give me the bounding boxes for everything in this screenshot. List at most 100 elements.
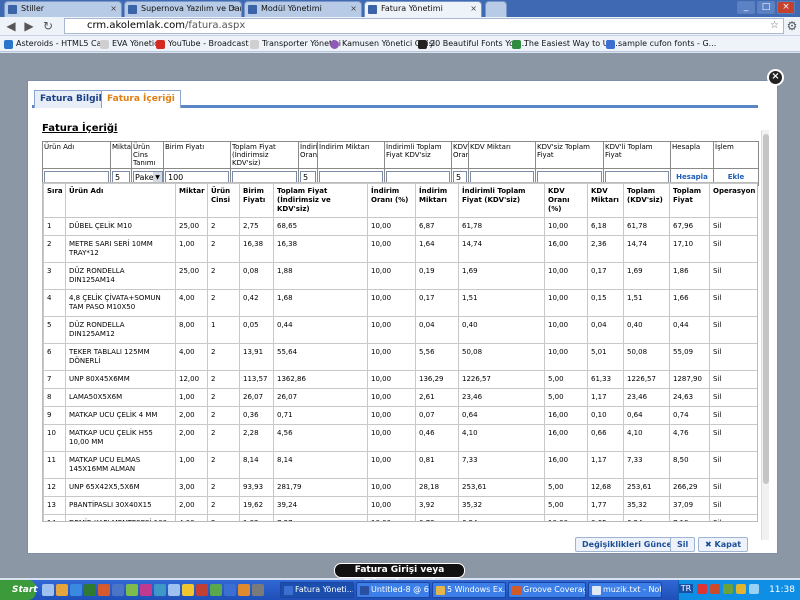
quicklaunch-icon[interactable] [126,584,138,596]
grid-column-header: Sıra [43,183,66,218]
row-delete-link[interactable]: Sil [709,424,757,452]
quicklaunch-icon[interactable] [112,584,124,596]
table-cell: 2 [207,343,240,371]
tray-icon[interactable] [697,584,707,594]
quicklaunch-icon[interactable] [210,584,222,596]
taskbar-window[interactable]: Untitled-8 @ 66,... [356,582,430,598]
wrench-menu-icon[interactable]: ⚙ [784,18,800,34]
table-cell: 67,96 [669,217,710,236]
table-cell: 7 [43,370,66,389]
close-modal-button[interactable]: ✖ Kapat [698,537,749,552]
address-bar[interactable]: crm.akolemlak.com/fatura.aspx ☆ [64,18,784,34]
bookmark-item[interactable]: Transporter Yönetici [250,37,341,51]
quicklaunch-icon[interactable] [224,584,236,596]
taskbar-window[interactable]: Groove Coverag... [508,582,586,598]
close-tab-icon[interactable]: × [470,2,477,16]
language-indicator[interactable]: TR [679,584,693,593]
quicklaunch-icon[interactable] [154,584,166,596]
bookmark-item[interactable]: The Easiest Way to Us... [512,37,620,51]
quicklaunch-icon[interactable] [182,584,194,596]
row-delete-link[interactable]: Sil [709,262,757,290]
modal-scrollbar[interactable] [761,130,769,540]
table-cell: 281,79 [273,478,368,497]
row-delete-link[interactable]: Sil [709,370,757,389]
grid-column-header: Birim Fiyatı [239,183,274,218]
minimize-window-icon[interactable]: _ [737,1,755,14]
close-window-icon[interactable]: × [777,1,795,14]
table-cell: 14 [43,514,66,521]
row-delete-link[interactable]: Sil [709,217,757,236]
table-row: 1 DÜBEL ÇELİK M10 25,00 2 2,75 68,65 10,00 6,87… [43,217,757,236]
row-delete-link[interactable]: Sil [709,235,757,263]
tray-icon[interactable] [723,584,733,594]
quicklaunch-icon[interactable] [238,584,250,596]
bookmark-item[interactable]: YouTube - Broadcast ... [156,37,259,51]
row-delete-link[interactable]: Sil [709,316,757,344]
tray-icon[interactable] [710,584,720,594]
row-delete-link[interactable]: Sil [709,514,757,521]
tray-icon[interactable] [736,584,746,594]
table-cell: 1,66 [669,289,710,317]
row-delete-link[interactable]: Sil [709,496,757,515]
tray-icon[interactable] [749,584,759,594]
table-cell: 3,00 [175,478,208,497]
row-delete-link[interactable]: Sil [709,478,757,497]
table-cell: 2,28 [239,424,274,452]
close-tab-icon[interactable]: × [230,2,237,16]
row-delete-link[interactable]: Sil [709,451,757,479]
row-delete-link[interactable]: Sil [709,343,757,371]
reload-icon[interactable]: ↻ [40,18,56,34]
quicklaunch-icon[interactable] [140,584,152,596]
table-cell: 10,00 [367,451,416,479]
start-button[interactable]: Start [0,580,38,600]
table-cell: 35,32 [458,496,545,515]
close-tab-icon[interactable]: × [110,2,117,16]
new-tab-button[interactable] [485,1,507,17]
table-cell: 8,14 [239,451,274,479]
table-cell: 55,09 [669,343,710,371]
browser-tab[interactable]: Modül Yönetimi × [244,1,362,17]
bookmark-item[interactable]: 20 Beautiful Fonts You... [418,37,527,51]
forward-arrow-icon[interactable]: ▶ [21,18,37,34]
quicklaunch-icon[interactable] [168,584,180,596]
quicklaunch-icon[interactable] [84,584,96,596]
table-cell: 2 [207,235,240,263]
quicklaunch-icon[interactable] [196,584,208,596]
browser-tab-active[interactable]: Fatura Yönetimi × [364,1,482,17]
browser-tab[interactable]: Stiller × [4,1,122,17]
taskbar-window[interactable]: muzik.txt - Note... [588,582,662,598]
grid-column-header: Ürün Cinsi [207,183,240,218]
row-delete-link[interactable]: Sil [709,388,757,407]
bookmark-item[interactable]: Asteroids - HTML5 Ca... [4,37,109,51]
bookmark-item[interactable]: EVA Yönetici [100,37,161,51]
taskbar-window[interactable]: Fatura Yöneti... [280,582,354,598]
modal-close-icon[interactable]: × [767,69,784,86]
quicklaunch-icon[interactable] [98,584,110,596]
browser-tab[interactable]: Supernova Yazılım ve Danışm × [124,1,242,17]
quicklaunch-icon[interactable] [42,584,54,596]
close-tab-icon[interactable]: × [350,2,357,16]
table-cell: 16,00 [544,235,588,263]
table-row: 12 UNP 65X42X5,5X6M 3,00 2 93,93 281,79 10,00 2… [43,478,757,497]
quicklaunch-icon[interactable] [56,584,68,596]
grid-column-header: Ürün Adı [65,183,176,218]
taskbar-window[interactable]: 5 Windows Ex... [432,582,506,598]
scrollbar-thumb[interactable] [763,134,769,484]
row-delete-link[interactable]: Sil [709,406,757,425]
maximize-window-icon[interactable]: □ [757,1,775,14]
bookmark-star-icon[interactable]: ☆ [770,19,779,33]
delete-button[interactable]: Sil [670,537,696,552]
bookmark-item[interactable]: sample cufon fonts - G... [606,37,716,51]
quicklaunch-icon[interactable] [252,584,264,596]
table-cell: 61,78 [458,217,545,236]
table-cell: 16,00 [544,406,588,425]
bookmark-label: YouTube - Broadcast ... [168,39,259,48]
entry-header: Toplam Fiyat (İndirimsiz KDV'siz) [230,141,299,169]
back-arrow-icon[interactable]: ◀ [3,18,19,34]
tab-fatura-icerigi[interactable]: Fatura İçeriği [101,90,181,108]
table-cell: 25,00 [175,217,208,236]
table-cell: 8,00 [175,316,208,344]
row-delete-link[interactable]: Sil [709,289,757,317]
window-icon [284,586,293,595]
quicklaunch-icon[interactable] [70,584,82,596]
